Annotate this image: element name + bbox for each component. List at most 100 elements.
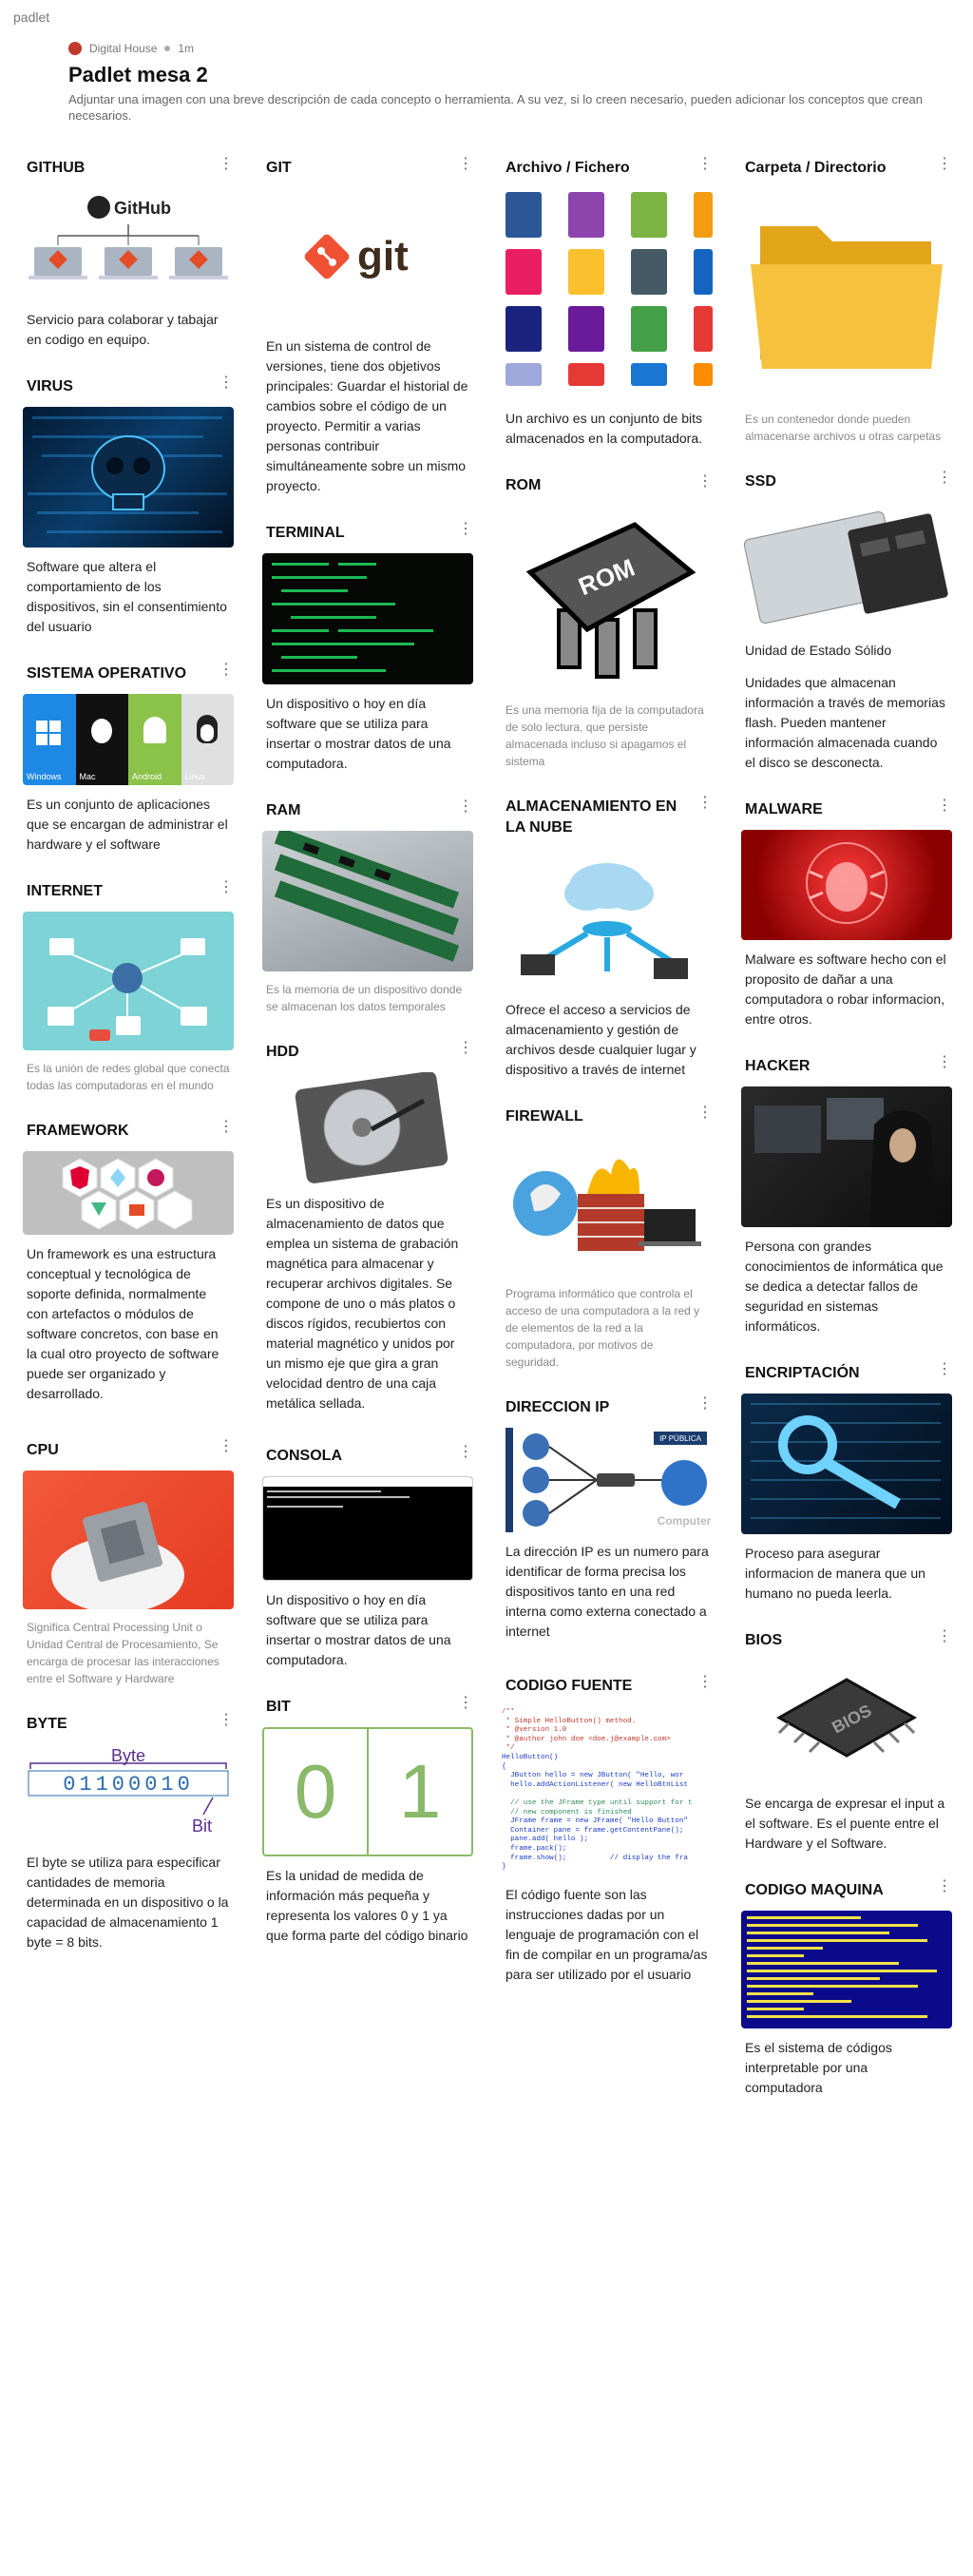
post-rom[interactable]: ROM ⋮ ROM Es una memoria fija de la compu…: [502, 474, 713, 770]
post-bios[interactable]: BIOS ⋮ BIOS Se encarga de expresar el inp…: [741, 1629, 952, 1854]
post-menu-icon[interactable]: ⋮: [458, 799, 473, 815]
post-menu-icon[interactable]: ⋮: [697, 1396, 713, 1412]
post-menu-icon[interactable]: ⋮: [219, 1713, 234, 1728]
post-terminal[interactable]: TERMINAL ⋮ Un dispositivo o hoy en día so…: [262, 522, 473, 774]
linux-tile: Linux: [181, 694, 234, 785]
post-title: VIRUS: [27, 378, 73, 394]
post-menu-icon[interactable]: ⋮: [458, 1445, 473, 1460]
post-body: Un dispositivo o hoy en día software que…: [266, 696, 451, 771]
post-menu-icon[interactable]: ⋮: [937, 1055, 952, 1070]
post-menu-icon[interactable]: ⋮: [219, 880, 234, 895]
app-brand[interactable]: padlet: [13, 10, 49, 25]
post-menu-icon[interactable]: ⋮: [937, 1362, 952, 1377]
post-framework[interactable]: FRAMEWORK ⋮ Un framework es una estructur…: [23, 1120, 234, 1404]
post-menu-icon[interactable]: ⋮: [697, 1675, 713, 1690]
code-line: // use the JFrame type until support for…: [502, 1798, 693, 1807]
post-menu-icon[interactable]: ⋮: [937, 471, 952, 486]
post-firewall[interactable]: FIREWALL ⋮ Programa informático que contr…: [502, 1105, 713, 1371]
post-menu-icon[interactable]: ⋮: [697, 796, 713, 811]
virus-image: [23, 407, 234, 548]
post-hacker[interactable]: HACKER ⋮ Persona con grandes conocimiento…: [741, 1055, 952, 1336]
post-codigo-maquina[interactable]: CODIGO MAQUINA ⋮ Es el sistema de códigos…: [741, 1879, 952, 2098]
hdd-image: [262, 1072, 473, 1184]
post-title: BYTE: [27, 1716, 67, 1732]
post-title: INTERNET: [27, 883, 103, 899]
author-name: Digital House: [89, 42, 158, 55]
post-title: BIOS: [745, 1632, 783, 1648]
post-title: Archivo / Fichero: [506, 160, 630, 176]
code-line: * @author john doe <doe.j@example.com>: [502, 1735, 671, 1743]
post-time: 1m: [178, 42, 195, 55]
cpu-image: [23, 1471, 234, 1609]
post-menu-icon[interactable]: ⋮: [697, 157, 713, 172]
post-menu-icon[interactable]: ⋮: [219, 663, 234, 678]
post-ssd[interactable]: SSD ⋮ Unidad de Estado Sólido Unidades qu…: [741, 471, 952, 773]
post-malware[interactable]: MALWARE ⋮ Malware es software hecho con e…: [741, 798, 952, 1029]
windows-tile: Windows: [23, 694, 76, 785]
code-line: HelloButton(): [502, 1753, 559, 1761]
post-title: CODIGO MAQUINA: [745, 1882, 884, 1898]
post-menu-icon[interactable]: ⋮: [697, 474, 713, 490]
post-menu-icon[interactable]: ⋮: [937, 1629, 952, 1644]
post-body: Proceso para asegurar informacion de man…: [745, 1546, 925, 1601]
post-archivo[interactable]: Archivo / Fichero ⋮ Un archivo es un conj…: [502, 157, 713, 449]
post-carpeta[interactable]: Carpeta / Directorio ⋮ Es un contenedor d…: [741, 157, 952, 445]
post-menu-icon[interactable]: ⋮: [937, 157, 952, 172]
post-byte[interactable]: BYTE ⋮ Byte 01100010 Bit El byte se utili…: [23, 1713, 234, 1952]
post-title: ALMACENAMIENTO EN LA NUBE: [506, 798, 677, 836]
post-menu-icon[interactable]: ⋮: [219, 375, 234, 391]
post-ram[interactable]: RAM ⋮ Es la memoria de un dispositivo don…: [262, 799, 473, 1015]
post-menu-icon[interactable]: ⋮: [458, 1041, 473, 1056]
git-image: git: [262, 188, 473, 327]
post-hdd[interactable]: HDD ⋮ Es un dispositivo de almacenamiento…: [262, 1041, 473, 1413]
post-body: En un sistema de control de versiones, t…: [266, 338, 468, 493]
bios-image: BIOS: [741, 1661, 952, 1784]
post-body: Unidades que almacenan información a tra…: [745, 675, 945, 770]
post-menu-icon[interactable]: ⋮: [219, 1439, 234, 1454]
column-1: GITHUB ⋮ GitHub Servicio para colaborar y…: [23, 157, 234, 1979]
post-virus[interactable]: VIRUS ⋮ Software que altera el comportami…: [23, 375, 234, 637]
code-line: /**: [502, 1708, 515, 1716]
post-internet[interactable]: INTERNET ⋮ Es la unión de redes global qu…: [23, 880, 234, 1094]
github-logo-text: GitHub: [114, 199, 171, 218]
column-3: Archivo / Fichero ⋮ Un archivo es un conj…: [502, 157, 713, 2011]
mac-tile: Mac: [75, 694, 128, 785]
byte-label: Byte: [111, 1746, 145, 1765]
post-title: SISTEMA OPERATIVO: [27, 665, 187, 682]
post-body: La dirección IP es un numero para identi…: [506, 1544, 709, 1639]
post-ip[interactable]: DIRECCION IP ⋮ IP PÚBLICA Computer La dir…: [502, 1396, 713, 1642]
code-snippet: /** * Simple HelloButton() method. * @ve…: [502, 1708, 713, 1873]
post-sistema-operativo[interactable]: SISTEMA OPERATIVO ⋮ Windows Mac Android L…: [23, 663, 234, 855]
post-github[interactable]: GITHUB ⋮ GitHub Servicio para colaborar y…: [23, 157, 234, 350]
post-menu-icon[interactable]: ⋮: [937, 1879, 952, 1894]
post-title: MALWARE: [745, 801, 823, 817]
post-encriptacion[interactable]: ENCRIPTACIÓN ⋮ Proceso para asegurar info…: [741, 1362, 952, 1604]
bit-image: 0 1: [262, 1727, 473, 1856]
post-body: Ofrece el acceso a servicios de almacena…: [506, 1002, 696, 1077]
post-git[interactable]: GIT ⋮ git En un sistema de control de ver…: [262, 157, 473, 496]
post-body: Es un conjunto de aplicaciones que se en…: [27, 797, 228, 852]
post-menu-icon[interactable]: ⋮: [219, 157, 234, 172]
post-cpu[interactable]: CPU ⋮ Significa Central Processing Unit o…: [23, 1439, 234, 1687]
bit-zero: 0: [264, 1729, 369, 1855]
post-menu-icon[interactable]: ⋮: [697, 1105, 713, 1121]
post-menu-icon[interactable]: ⋮: [458, 157, 473, 172]
code-line: frame.show(); // display the fra: [502, 1854, 688, 1862]
post-menu-icon[interactable]: ⋮: [219, 1120, 234, 1135]
post-consola[interactable]: CONSOLA ⋮ Un dispositivo o hoy en día sof…: [262, 1445, 473, 1670]
internet-image: [23, 912, 234, 1050]
post-menu-icon[interactable]: ⋮: [458, 1696, 473, 1711]
post-menu-icon[interactable]: ⋮: [458, 522, 473, 537]
post-title: ROM: [506, 477, 542, 493]
code-line: JButton hello = new JButton( "Hello, wor: [502, 1772, 684, 1780]
post-bit[interactable]: BIT ⋮ 0 1 Es la unidad de medida de infor…: [262, 1696, 473, 1946]
consola-image: [262, 1476, 473, 1581]
code-line: Container pane = frame.getContentPane();: [502, 1826, 684, 1835]
computer-label: Computer: [658, 1514, 712, 1528]
post-title: TERMINAL: [266, 525, 345, 541]
post-title: DIRECCION IP: [506, 1399, 610, 1415]
post-nube[interactable]: ALMACENAMIENTO EN LA NUBE ⋮ Ofrece el acc…: [502, 796, 713, 1080]
post-codigo-fuente[interactable]: CODIGO FUENTE ⋮ /** * Simple HelloButton(…: [502, 1675, 713, 1985]
cloud-image: [502, 848, 713, 990]
post-menu-icon[interactable]: ⋮: [937, 798, 952, 814]
